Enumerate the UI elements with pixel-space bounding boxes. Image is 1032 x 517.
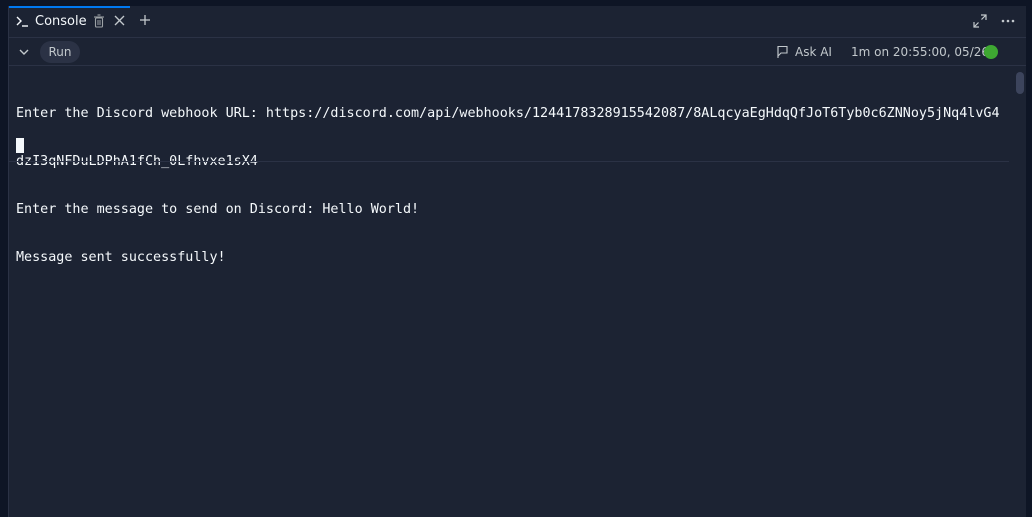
run-button[interactable]: Run (40, 41, 80, 63)
maximize-icon[interactable] (973, 14, 987, 28)
console-pane: Console Run Ask AI 1m on 20:55:00, 05/26… (8, 6, 1026, 517)
ask-ai-button[interactable]: Ask AI (775, 41, 832, 63)
trash-icon[interactable] (93, 14, 105, 28)
input-cursor[interactable] (16, 138, 24, 153)
console-line: dzI3qNFDuLDPhA1fCh_0Lfhvxe1sX4 (16, 154, 258, 169)
scrollbar[interactable] (1016, 72, 1024, 94)
terminal-icon (16, 16, 28, 27)
status-indicator (984, 45, 998, 59)
console-line: Message sent successfully! (16, 250, 226, 265)
close-icon[interactable] (114, 15, 125, 26)
more-options-icon[interactable] (1001, 14, 1015, 28)
run-status-text: 1m on 20:55:00, 05/26 (851, 45, 990, 59)
chat-flag-icon (777, 45, 788, 58)
console-toolbar: Run Ask AI 1m on 20:55:00, 05/26 (9, 38, 1026, 94)
tab-console[interactable]: Console (9, 6, 130, 37)
chevron-down-icon[interactable] (18, 46, 30, 58)
tab-label: Console (35, 14, 87, 29)
console-line: Enter the message to send on Discord: He… (16, 202, 420, 217)
ask-ai-label: Ask AI (795, 45, 832, 59)
divider (9, 161, 1009, 162)
console-output: Enter the Discord webhook URL: https://d… (16, 74, 1016, 298)
tab-bar: Console (9, 6, 1026, 38)
plus-icon[interactable] (139, 14, 151, 26)
console-line: Enter the Discord webhook URL: https://d… (16, 106, 1000, 121)
